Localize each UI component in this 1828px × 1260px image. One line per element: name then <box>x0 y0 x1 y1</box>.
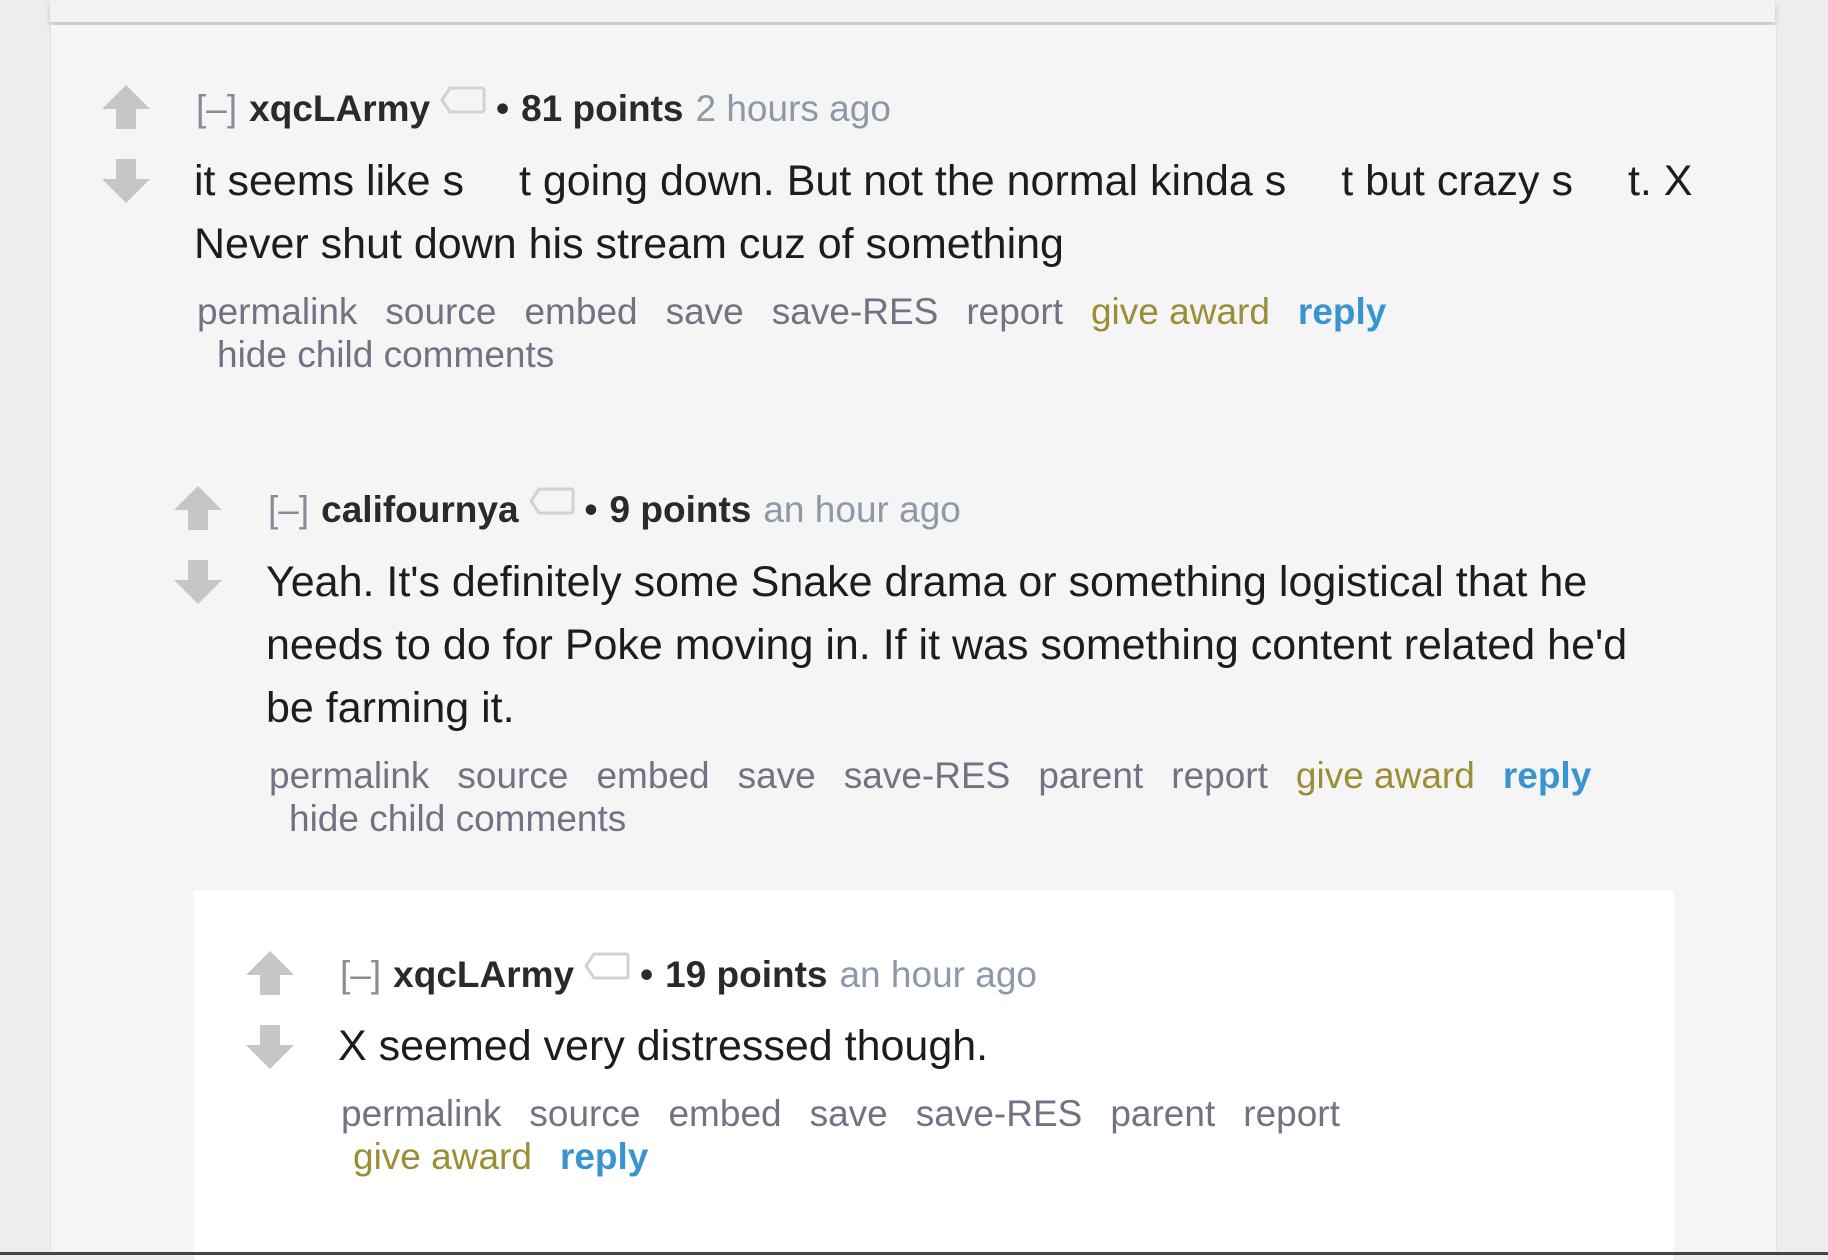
button-row-continuation: give award reply <box>341 1135 1441 1178</box>
separator-dot: • <box>496 88 510 129</box>
separator-dot: • <box>584 489 598 530</box>
collapse-toggle[interactable]: [–] <box>340 954 381 995</box>
collapse-toggle[interactable]: [–] <box>268 489 309 530</box>
permalink-button[interactable]: permalink <box>197 290 357 333</box>
upvote-arrow-icon[interactable] <box>244 949 296 997</box>
comment-time: 2 hours ago <box>695 88 891 129</box>
comment-score: 81 points <box>521 88 684 129</box>
comment-body-line: Yeah. It's definitely some Snake drama o… <box>266 558 1588 606</box>
comment-author[interactable]: xqcLArmy <box>393 954 574 995</box>
comment-body-line: Never shut down his stream cuz of someth… <box>194 220 1064 268</box>
comment-time: an hour ago <box>839 954 1037 995</box>
reply-button[interactable]: reply <box>1298 290 1386 333</box>
give-award-button[interactable]: give award <box>1091 290 1270 333</box>
parent-button[interactable]: parent <box>1110 1092 1215 1135</box>
comment-body-line: X seemed very distressed though. <box>338 1022 989 1070</box>
save-res-button[interactable]: save-RES <box>916 1092 1083 1135</box>
upvote-arrow-icon[interactable] <box>100 83 152 131</box>
comment-body-line: it seems like s t going down. But not th… <box>194 157 1693 205</box>
downvote-arrow-icon[interactable] <box>172 558 224 606</box>
source-button[interactable]: source <box>385 290 496 333</box>
comment-body: X seemed very distressed though. <box>338 1015 1638 1078</box>
save-button[interactable]: save <box>666 290 744 333</box>
reply-button[interactable]: reply <box>560 1135 648 1178</box>
comment-tagline: [–] califournya • 9 points an hour ago <box>268 487 961 532</box>
user-tag-icon[interactable] <box>440 81 486 125</box>
user-tag-icon[interactable] <box>528 482 575 526</box>
comment-body-line: be farming it. <box>266 684 515 732</box>
source-button[interactable]: source <box>529 1092 640 1135</box>
comment-body-line: needs to do for Poke moving in. If it wa… <box>266 621 1628 669</box>
hide-child-comments-button[interactable]: hide child comments <box>197 333 1647 376</box>
report-button[interactable]: report <box>1243 1092 1340 1135</box>
comment-buttons: permalink source embed save save-RES report gi… <box>197 290 1647 376</box>
upvote-arrow-icon[interactable] <box>172 484 224 532</box>
comment-tagline: [–] xqcLArmy • 81 points 2 hours ago <box>196 86 891 131</box>
comment-tagline: [–] xqcLArmy • 19 points an hour ago <box>340 952 1037 997</box>
comment-score: 9 points <box>609 489 752 530</box>
comment-body: it seems like s t going down. But not th… <box>194 150 1694 276</box>
hide-child-comments-button[interactable]: hide child comments <box>269 797 1719 840</box>
previous-panel-edge <box>50 0 1775 22</box>
comment-author[interactable]: xqcLArmy <box>249 88 430 129</box>
source-button[interactable]: source <box>457 754 568 797</box>
reply-button[interactable]: reply <box>1503 754 1591 797</box>
embed-button[interactable]: embed <box>596 754 709 797</box>
comment-body: Yeah. It's definitely some Snake drama o… <box>266 551 1746 740</box>
user-tag-icon[interactable] <box>584 947 630 991</box>
save-res-button[interactable]: save-RES <box>772 290 939 333</box>
separator-dot: • <box>640 954 654 995</box>
save-button[interactable]: save <box>810 1092 888 1135</box>
comment-time: an hour ago <box>763 489 961 530</box>
give-award-button[interactable]: give award <box>353 1135 532 1178</box>
report-button[interactable]: report <box>1171 754 1268 797</box>
comment-score: 19 points <box>665 954 828 995</box>
comment-buttons: permalink source embed save save-RES parent re… <box>269 754 1719 840</box>
comment-author[interactable]: califournya <box>321 489 518 530</box>
comment-buttons: permalink source embed save save-RES parent re… <box>341 1092 1441 1178</box>
permalink-button[interactable]: permalink <box>269 754 429 797</box>
permalink-button[interactable]: permalink <box>341 1092 501 1135</box>
embed-button[interactable]: embed <box>524 290 637 333</box>
parent-button[interactable]: parent <box>1038 754 1143 797</box>
give-award-button[interactable]: give award <box>1296 754 1475 797</box>
save-button[interactable]: save <box>738 754 816 797</box>
downvote-arrow-icon[interactable] <box>244 1023 296 1071</box>
collapse-toggle[interactable]: [–] <box>196 88 237 129</box>
report-button[interactable]: report <box>966 290 1063 333</box>
embed-button[interactable]: embed <box>668 1092 781 1135</box>
save-res-button[interactable]: save-RES <box>844 754 1011 797</box>
downvote-arrow-icon[interactable] <box>100 157 152 205</box>
